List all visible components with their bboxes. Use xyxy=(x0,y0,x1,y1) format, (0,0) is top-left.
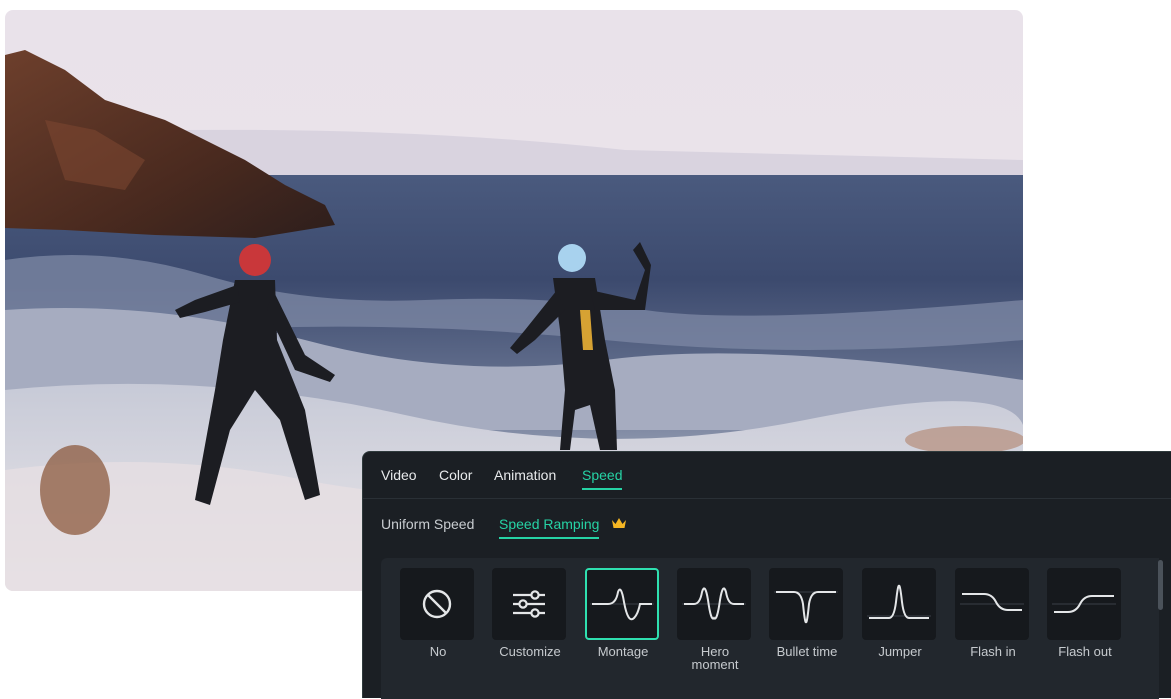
preset-montage[interactable]: Montage xyxy=(585,568,661,658)
preset-jumper[interactable]: Jumper xyxy=(862,568,938,658)
preset-label: Flash out xyxy=(1058,644,1112,659)
sliders-icon xyxy=(492,568,566,640)
montage-curve-icon xyxy=(585,568,659,640)
hero-curve-icon xyxy=(677,568,751,640)
flash-in-curve-icon xyxy=(955,568,1029,640)
subtab-speed-ramping[interactable]: Speed Ramping xyxy=(499,516,600,539)
preset-label: Montage xyxy=(597,644,649,659)
tab-speed[interactable]: Speed xyxy=(582,467,623,490)
preset-hero-moment[interactable]: Hero moment xyxy=(677,568,753,671)
crown-icon xyxy=(611,516,627,535)
presets-scrollbar[interactable] xyxy=(1158,560,1163,610)
tab-color[interactable]: Color xyxy=(439,467,472,488)
preset-bullet-time[interactable]: Bullet time xyxy=(769,568,845,658)
speed-panel: Video Color Animation Speed Uniform Spee… xyxy=(362,451,1171,699)
speed-mode-tabs: Uniform Speed Speed Ramping xyxy=(363,510,1171,540)
preset-label: Hero moment xyxy=(691,644,739,672)
preset-customize[interactable]: Customize xyxy=(492,568,568,658)
property-tabs: Video Color Animation Speed xyxy=(363,452,1171,499)
preset-flash-out[interactable]: Flash out xyxy=(1047,568,1123,658)
subtab-uniform-speed[interactable]: Uniform Speed xyxy=(381,516,474,537)
preset-flash-in[interactable]: Flash in xyxy=(955,568,1031,658)
preset-label: Bullet time xyxy=(776,644,838,659)
preset-label: No xyxy=(429,644,447,659)
tab-video[interactable]: Video xyxy=(381,467,417,488)
tab-animation[interactable]: Animation xyxy=(494,467,556,488)
flash-out-curve-icon xyxy=(1047,568,1121,640)
preset-label: Flash in xyxy=(970,644,1016,659)
preset-label: Customize xyxy=(499,644,561,659)
bullet-time-curve-icon xyxy=(769,568,843,640)
preset-label: Jumper xyxy=(878,644,922,659)
jumper-curve-icon xyxy=(862,568,936,640)
no-icon xyxy=(400,568,474,640)
speed-ramping-presets: No Customize Montage Hero moment Bullet … xyxy=(381,558,1159,699)
preset-no[interactable]: No xyxy=(400,568,476,658)
